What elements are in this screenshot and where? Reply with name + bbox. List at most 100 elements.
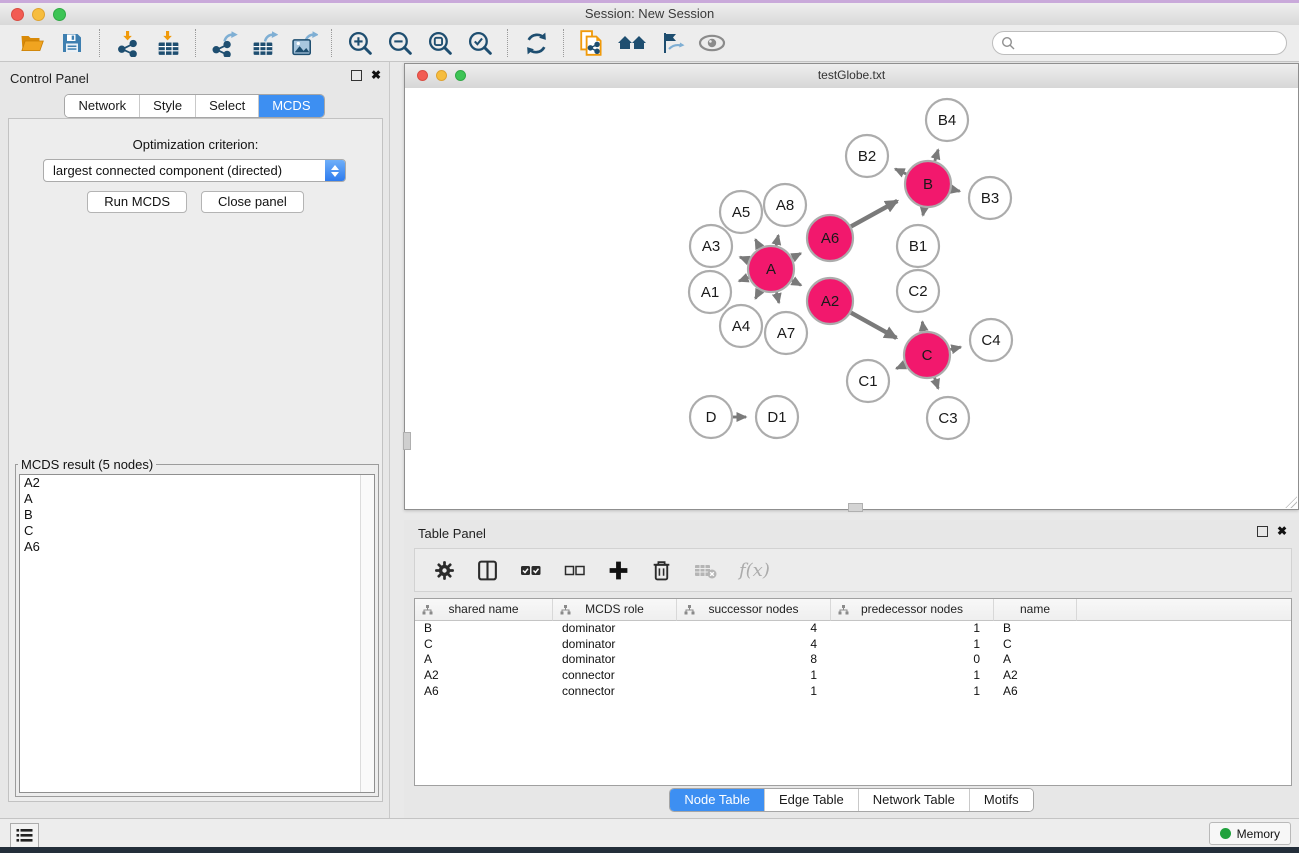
close-panel-button[interactable]: Close panel bbox=[201, 191, 304, 213]
tab-motifs[interactable]: Motifs bbox=[969, 789, 1033, 811]
graph-node-C4[interactable]: C4 bbox=[970, 319, 1012, 361]
graph-edge-A-A5[interactable] bbox=[755, 239, 759, 247]
column-header-MCDS-role[interactable]: MCDS role bbox=[553, 599, 677, 621]
zoom-fit-button[interactable] bbox=[422, 28, 458, 58]
table-row-c[interactable]: Cdominator41C bbox=[415, 637, 1291, 653]
graph-edge-A-A1[interactable] bbox=[739, 277, 749, 281]
network-graph[interactable]: B4B2BB3A8A5A6A3B1AC2A1A2A4A7C4CC1C3DD1 bbox=[405, 88, 1298, 509]
cell[interactable]: dominator bbox=[553, 652, 677, 668]
cell[interactable]: A6 bbox=[994, 684, 1077, 700]
graph-node-D1[interactable]: D1 bbox=[756, 396, 798, 438]
tab-node-table[interactable]: Node Table bbox=[670, 789, 764, 811]
select-all-button[interactable] bbox=[519, 559, 543, 581]
hide-selected-button[interactable] bbox=[654, 28, 690, 58]
cell[interactable]: dominator bbox=[553, 621, 677, 637]
task-history-button[interactable] bbox=[10, 823, 39, 848]
column-header-predecessor-nodes[interactable]: predecessor nodes bbox=[831, 599, 994, 621]
column-header-successor-nodes[interactable]: successor nodes bbox=[677, 599, 831, 621]
graph-node-C[interactable]: C bbox=[904, 332, 950, 378]
cell[interactable]: 0 bbox=[831, 652, 994, 668]
cell[interactable]: 1 bbox=[677, 684, 831, 700]
graph-node-C2[interactable]: C2 bbox=[897, 270, 939, 312]
import-table-button[interactable] bbox=[150, 28, 186, 58]
graph-edge-B-B1[interactable] bbox=[923, 208, 924, 216]
delete-column-button[interactable] bbox=[650, 559, 673, 582]
graph-edge-C-C3[interactable] bbox=[935, 378, 939, 389]
network-canvas[interactable]: B4B2BB3A8A5A6A3B1AC2A1A2A4A7C4CC1C3DD1 bbox=[405, 88, 1298, 509]
export-table-button[interactable] bbox=[246, 28, 282, 58]
column-header-shared-name[interactable]: shared name bbox=[415, 599, 553, 621]
table-row-b[interactable]: Bdominator41B bbox=[415, 621, 1291, 637]
graph-node-C3[interactable]: C3 bbox=[927, 397, 969, 439]
cell[interactable]: 4 bbox=[677, 637, 831, 653]
cell[interactable]: C bbox=[415, 637, 553, 653]
export-image-button[interactable] bbox=[286, 28, 322, 58]
result-item-a2[interactable]: A2 bbox=[20, 475, 374, 491]
cell[interactable]: dominator bbox=[553, 637, 677, 653]
float-table-panel-button[interactable] bbox=[1257, 526, 1268, 537]
graph-node-B3[interactable]: B3 bbox=[969, 177, 1011, 219]
delete-table-button[interactable] bbox=[693, 559, 719, 581]
graph-edge-A-A6[interactable] bbox=[792, 253, 801, 257]
deselect-all-button[interactable] bbox=[563, 559, 587, 581]
cell[interactable]: A bbox=[415, 652, 553, 668]
graph-edge-A-A3[interactable] bbox=[740, 257, 749, 260]
result-item-c[interactable]: C bbox=[20, 523, 374, 539]
zoom-out-button[interactable] bbox=[382, 28, 418, 58]
graph-node-D[interactable]: D bbox=[690, 396, 732, 438]
add-column-button[interactable] bbox=[607, 559, 630, 582]
cell[interactable]: 1 bbox=[831, 637, 994, 653]
mcds-result-list[interactable]: A2ABCA6 bbox=[19, 474, 375, 793]
left-splitter-grip[interactable] bbox=[403, 432, 411, 450]
cell[interactable]: 1 bbox=[831, 621, 994, 637]
graph-edge-A6-B[interactable] bbox=[851, 201, 897, 227]
cell[interactable]: A6 bbox=[415, 684, 553, 700]
graph-edge-B-B2[interactable] bbox=[895, 169, 906, 174]
tab-network-table[interactable]: Network Table bbox=[858, 789, 969, 811]
tab-style[interactable]: Style bbox=[139, 95, 195, 117]
open-session-button[interactable] bbox=[14, 28, 50, 58]
graph-edge-C-C1[interactable] bbox=[896, 365, 905, 369]
graph-edge-A-A4[interactable] bbox=[755, 290, 759, 298]
graph-node-A6[interactable]: A6 bbox=[807, 215, 853, 261]
search-box[interactable] bbox=[992, 31, 1287, 55]
result-list-scrollbar[interactable] bbox=[360, 475, 374, 792]
graph-node-A8[interactable]: A8 bbox=[764, 184, 806, 226]
graph-edge-B-B4[interactable] bbox=[935, 150, 938, 161]
graph-node-B2[interactable]: B2 bbox=[846, 135, 888, 177]
cell[interactable]: 1 bbox=[677, 668, 831, 684]
cell[interactable]: 1 bbox=[831, 668, 994, 684]
cell[interactable]: A2 bbox=[994, 668, 1077, 684]
cell[interactable]: B bbox=[994, 621, 1077, 637]
cell[interactable]: 1 bbox=[831, 684, 994, 700]
graph-node-A4[interactable]: A4 bbox=[720, 305, 762, 347]
memory-button[interactable]: Memory bbox=[1209, 822, 1291, 845]
graph-node-A2[interactable]: A2 bbox=[807, 278, 853, 324]
cell[interactable]: A2 bbox=[415, 668, 553, 684]
cell[interactable]: C bbox=[994, 637, 1077, 653]
network-window-titlebar[interactable]: testGlobe.txt bbox=[405, 64, 1298, 89]
graph-node-B1[interactable]: B1 bbox=[897, 225, 939, 267]
tab-network[interactable]: Network bbox=[65, 95, 139, 117]
float-panel-button[interactable] bbox=[351, 70, 362, 81]
graph-node-A5[interactable]: A5 bbox=[720, 191, 762, 233]
cell[interactable]: A bbox=[994, 652, 1077, 668]
graph-edge-C-C2[interactable] bbox=[922, 322, 923, 332]
graph-edge-B-B3[interactable] bbox=[951, 189, 959, 191]
graph-node-A7[interactable]: A7 bbox=[765, 312, 807, 354]
run-mcds-button[interactable]: Run MCDS bbox=[87, 191, 187, 213]
cell[interactable]: connector bbox=[553, 668, 677, 684]
tab-mcds[interactable]: MCDS bbox=[258, 95, 323, 117]
function-builder-button[interactable]: f(x) bbox=[739, 560, 770, 581]
graph-node-B[interactable]: B bbox=[905, 161, 951, 207]
search-input[interactable] bbox=[1020, 35, 1278, 51]
graph-node-B4[interactable]: B4 bbox=[926, 99, 968, 141]
graph-edge-A-A2[interactable] bbox=[792, 280, 801, 285]
close-panel-icon[interactable]: ✖ bbox=[371, 71, 381, 80]
zoom-in-button[interactable] bbox=[342, 28, 378, 58]
cell[interactable]: connector bbox=[553, 684, 677, 700]
graph-edge-A-A7[interactable] bbox=[776, 292, 778, 302]
criterion-dropdown[interactable]: largest connected component (directed) bbox=[43, 159, 346, 182]
network-from-selection-button[interactable] bbox=[574, 28, 610, 58]
table-row-a2[interactable]: A2connector11A2 bbox=[415, 668, 1291, 684]
